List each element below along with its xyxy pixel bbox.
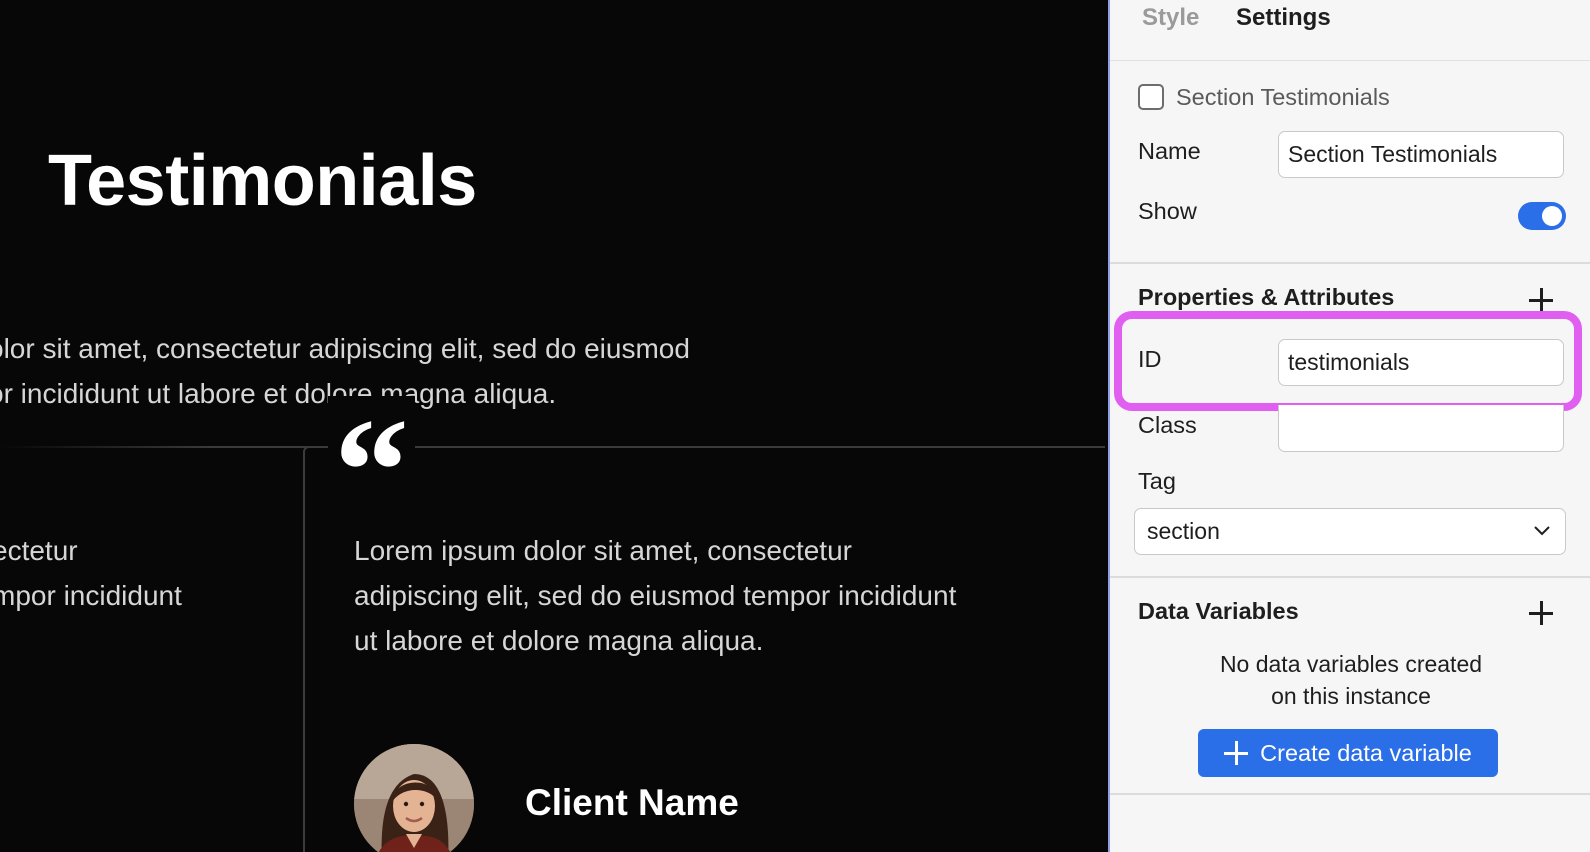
tag-select[interactable]: section	[1134, 508, 1566, 555]
avatar-image	[354, 744, 474, 852]
add-property-icon[interactable]	[1528, 287, 1554, 313]
section-divider	[1110, 576, 1590, 578]
show-toggle[interactable]	[1518, 202, 1566, 230]
quote-icon: “	[328, 396, 415, 546]
element-type-label: Section Testimonials	[1176, 83, 1390, 110]
tag-select-value: section	[1147, 518, 1220, 544]
client-name[interactable]: Client Name	[525, 782, 739, 824]
client-avatar[interactable]	[354, 744, 474, 852]
id-input[interactable]	[1278, 339, 1564, 386]
empty-message-line: No data variables created	[1219, 651, 1483, 677]
empty-state-message: No data variables created on this instan…	[1110, 648, 1590, 712]
name-input[interactable]	[1278, 131, 1564, 178]
id-label: ID	[1138, 346, 1162, 372]
toggle-knob	[1542, 206, 1562, 226]
design-canvas[interactable]: Testimonials olor sit amet, consectetur …	[0, 0, 1108, 852]
create-data-variable-button[interactable]: Create data variable	[1198, 729, 1498, 777]
tab-style[interactable]: Style	[1142, 4, 1199, 32]
previous-card-text[interactable]: ectetur mpor incididunt	[0, 528, 252, 618]
panel-tabs: Style Settings	[1110, 0, 1590, 61]
section-divider	[1110, 262, 1590, 264]
tag-label: Tag	[1138, 468, 1176, 494]
chevron-down-icon	[1534, 526, 1550, 536]
plus-icon	[1224, 741, 1249, 765]
section-title[interactable]: Testimonials	[48, 140, 477, 222]
element-header: Section Testimonials	[1138, 80, 1390, 114]
create-button-label: Create data variable	[1260, 739, 1472, 766]
testimonial-text[interactable]: Lorem ipsum dolor sit amet, consectetur …	[354, 528, 1034, 663]
tab-settings[interactable]: Settings	[1236, 4, 1331, 32]
data-variables-title: Data Variables	[1138, 598, 1299, 624]
element-checkbox[interactable]	[1138, 84, 1164, 110]
name-label: Name	[1138, 138, 1201, 164]
show-label: Show	[1138, 198, 1197, 224]
section-divider	[1110, 793, 1590, 795]
properties-section-title: Properties & Attributes	[1138, 284, 1395, 310]
add-data-variable-icon[interactable]	[1528, 600, 1554, 626]
empty-message-line: on this instance	[1271, 683, 1431, 709]
class-input[interactable]	[1278, 405, 1564, 452]
settings-panel: Style Settings Section Testimonials Name…	[1108, 0, 1590, 852]
class-label: Class	[1138, 412, 1197, 438]
